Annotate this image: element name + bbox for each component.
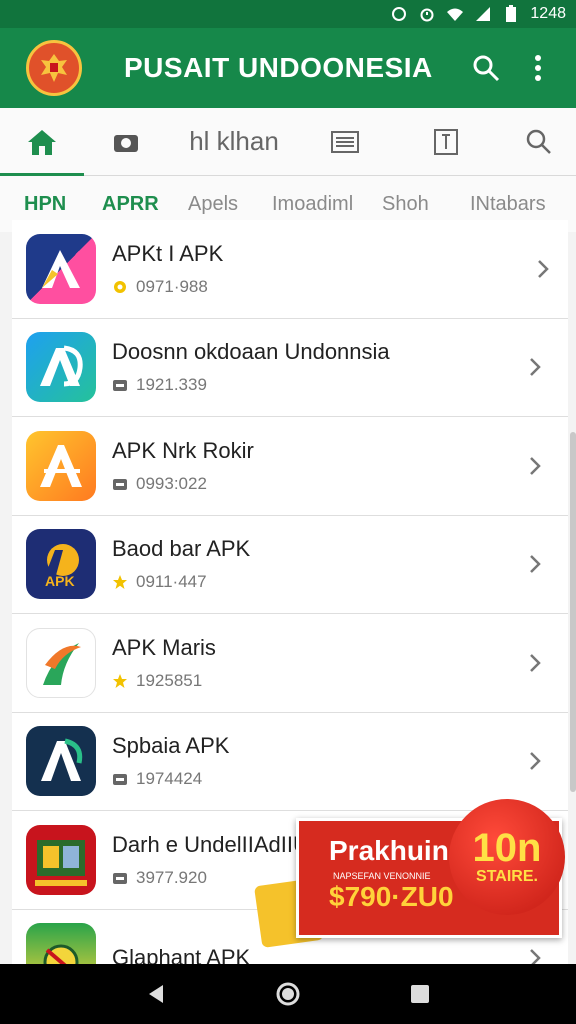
status-bar: 1248 bbox=[0, 0, 576, 28]
tab-document[interactable] bbox=[390, 108, 502, 176]
system-nav-bar bbox=[0, 964, 576, 1024]
more-options-button[interactable] bbox=[516, 46, 560, 90]
app-title: Baod bar APK bbox=[112, 536, 251, 562]
app-meta: 0971·988 bbox=[136, 276, 208, 296]
camera-icon bbox=[114, 134, 138, 152]
search-button[interactable] bbox=[464, 46, 508, 90]
ad-subline: NAPSEFAN VENONNIE bbox=[333, 871, 431, 881]
alarm-icon bbox=[418, 5, 436, 23]
list-item[interactable]: Doosnn okdoaan Undonnsia 1921.339 bbox=[12, 318, 568, 417]
document-icon bbox=[434, 128, 458, 155]
home-icon bbox=[28, 129, 56, 155]
storage-icon bbox=[112, 377, 128, 393]
category-tab[interactable]: HPN bbox=[24, 193, 102, 216]
category-tab[interactable]: Shoh bbox=[382, 193, 470, 216]
category-tab[interactable]: Apels bbox=[188, 193, 272, 216]
battery-icon bbox=[502, 5, 520, 23]
app-meta: 0993:022 bbox=[136, 473, 207, 493]
svg-text:APK: APK bbox=[45, 573, 75, 589]
star-icon bbox=[112, 574, 128, 590]
scrollbar[interactable] bbox=[570, 432, 576, 792]
app-icon bbox=[26, 430, 96, 501]
chevron-right-icon bbox=[520, 451, 550, 481]
tab-camera[interactable] bbox=[84, 108, 168, 176]
app-icon bbox=[26, 726, 96, 797]
app-meta: 3977.920 bbox=[136, 867, 207, 887]
storage-icon bbox=[112, 476, 128, 492]
app-title: PUSAIT UNDOONESIA bbox=[124, 52, 433, 83]
tab-home[interactable] bbox=[0, 108, 84, 176]
chevron-right-icon bbox=[520, 746, 550, 776]
chevron-right-icon bbox=[520, 549, 550, 579]
storage-icon bbox=[112, 771, 128, 787]
app-icon bbox=[26, 923, 96, 964]
chevron-right-icon bbox=[520, 648, 550, 678]
category-tab[interactable]: INtabars bbox=[470, 193, 546, 216]
category-tab[interactable]: APRR bbox=[102, 193, 188, 216]
tab-text[interactable]: hl klhan bbox=[168, 108, 300, 176]
emblem-logo bbox=[26, 40, 82, 96]
recents-icon bbox=[411, 985, 429, 1003]
list-icon bbox=[331, 130, 359, 153]
app-title: APKt I APK bbox=[112, 240, 224, 266]
ad-badge: 10n STAIRE. bbox=[449, 799, 565, 915]
promo-banner[interactable]: Prakhuin NAPSEFAN VENONNIE $790·ZU0 10n … bbox=[296, 799, 565, 938]
list-item[interactable]: Spbaia APK 1974424 bbox=[12, 712, 568, 811]
app-title: Glaphant APK bbox=[112, 945, 251, 964]
tab-search[interactable] bbox=[502, 108, 576, 176]
search-icon bbox=[526, 129, 551, 154]
list-item[interactable]: APK Baod bar APK 0911·447 bbox=[12, 515, 568, 614]
wifi-icon bbox=[446, 5, 464, 23]
app-meta: 1921.339 bbox=[136, 375, 207, 395]
app-meta: 0911·447 bbox=[136, 572, 207, 592]
ad-badge-text: STAIRE. bbox=[476, 868, 538, 885]
app-icon bbox=[26, 233, 96, 304]
app-title: Doosnn okdoaan Undonnsia bbox=[112, 339, 390, 365]
home-button[interactable] bbox=[268, 974, 308, 1014]
back-icon bbox=[149, 985, 163, 1003]
list-item[interactable]: APK Maris 1925851 bbox=[12, 614, 568, 713]
tab-list[interactable] bbox=[300, 108, 390, 176]
list-item[interactable]: APKt I APK 0971·988 bbox=[12, 220, 568, 319]
home-circle-icon bbox=[276, 982, 300, 1006]
star-icon bbox=[112, 673, 128, 689]
back-button[interactable] bbox=[136, 974, 176, 1014]
ad-badge-number: 10n bbox=[472, 826, 542, 870]
status-time: 1248 bbox=[530, 5, 566, 22]
ad-price: $790·ZU0 bbox=[329, 881, 454, 912]
app-icon bbox=[26, 627, 96, 698]
tab-text-label: hl klhan bbox=[189, 126, 279, 156]
signal-icon bbox=[474, 5, 492, 23]
app-bar: PUSAIT UNDOONESIA bbox=[0, 28, 576, 108]
more-vert-icon bbox=[535, 55, 541, 81]
app-meta: 1925851 bbox=[136, 670, 203, 690]
app-icon bbox=[26, 332, 96, 403]
search-icon bbox=[473, 55, 500, 82]
category-tab[interactable]: Imoadiml bbox=[272, 193, 382, 216]
ad-headline: Prakhuin bbox=[329, 835, 449, 866]
star-icon bbox=[112, 279, 128, 295]
notification-icon bbox=[390, 5, 408, 23]
app-title: Spbaia APK bbox=[112, 733, 230, 759]
list-item[interactable]: APK Nrk Rokir 0993:022 bbox=[12, 417, 568, 516]
app-icon: APK bbox=[26, 529, 96, 600]
chevron-right-icon bbox=[528, 254, 558, 284]
top-toolbar: hl klhan bbox=[0, 108, 576, 176]
app-meta: 1974424 bbox=[136, 769, 203, 789]
app-title: APK Maris bbox=[112, 634, 216, 660]
app-title: APK Nrk Rokir bbox=[112, 437, 254, 463]
recents-button[interactable] bbox=[400, 974, 440, 1014]
chevron-right-icon bbox=[520, 352, 550, 382]
chevron-right-icon bbox=[520, 943, 550, 964]
storage-icon bbox=[112, 870, 128, 886]
app-icon bbox=[26, 824, 96, 895]
